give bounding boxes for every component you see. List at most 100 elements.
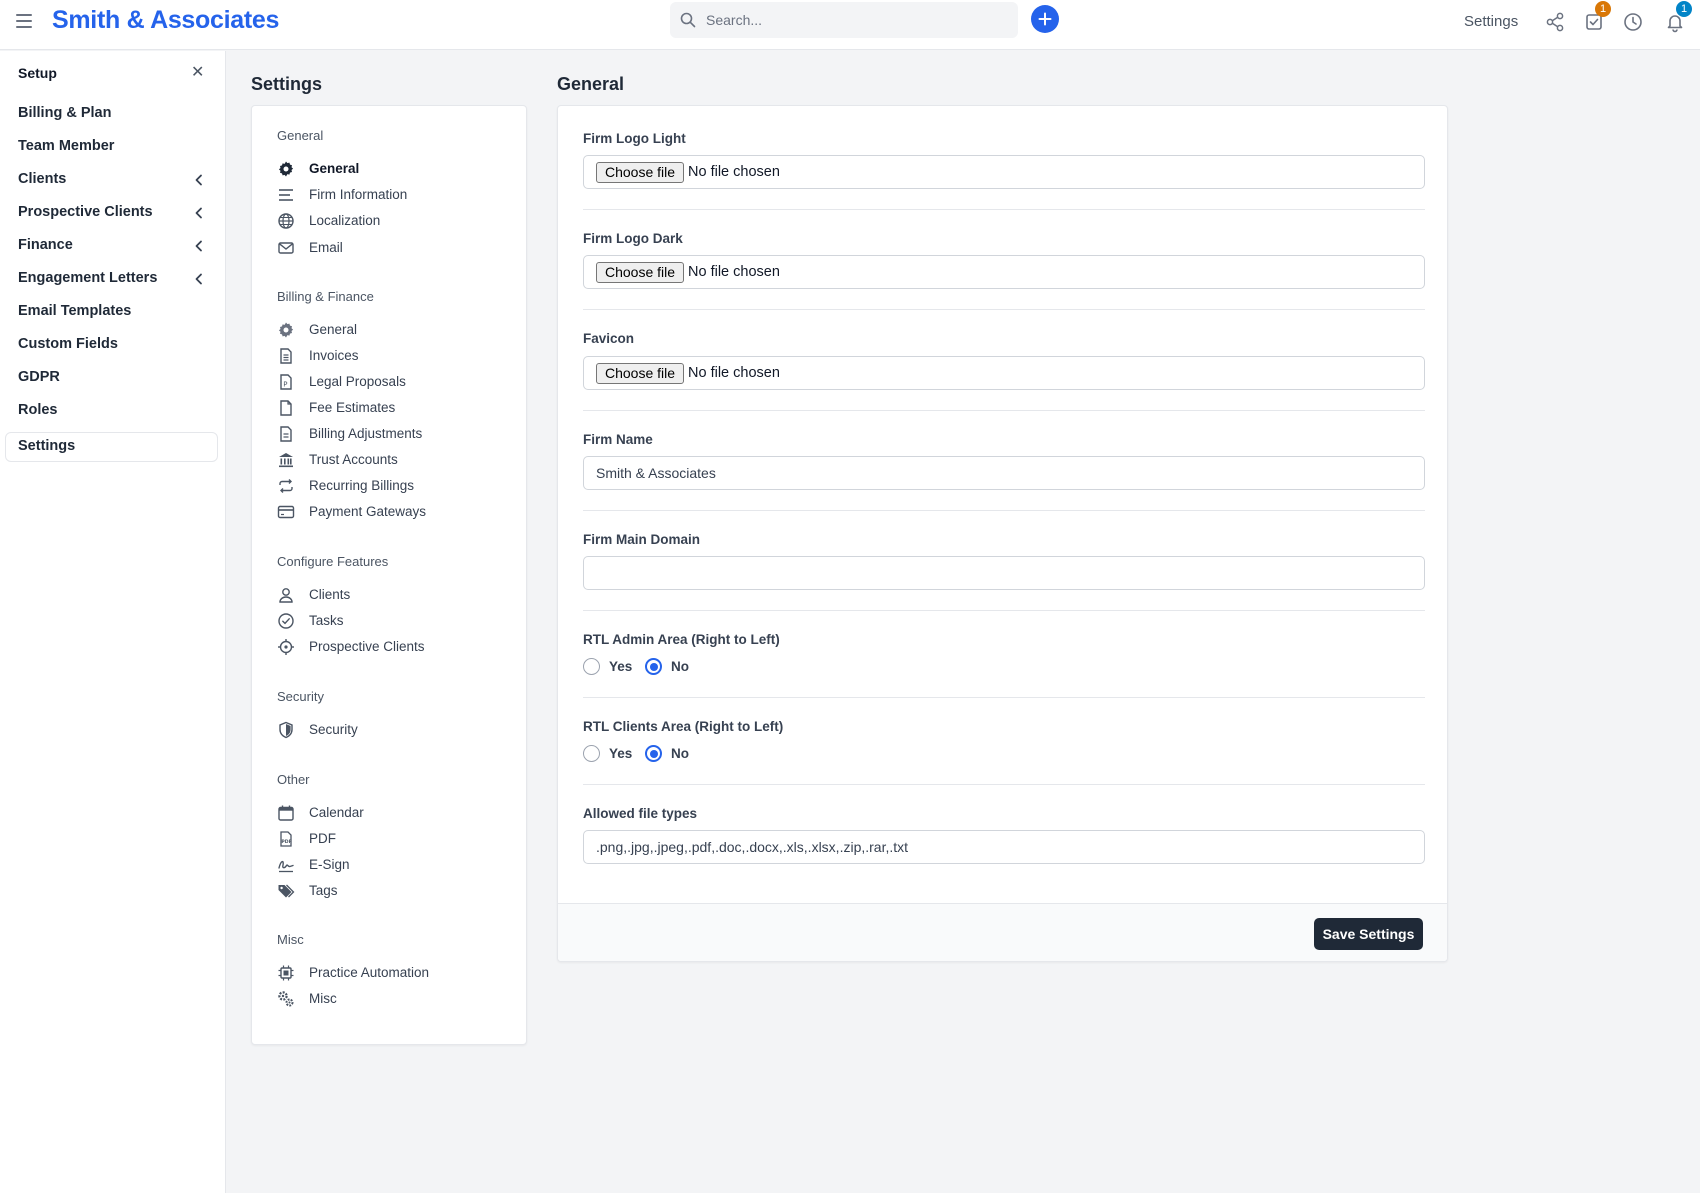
rtl-clients-no-label: No — [671, 746, 689, 761]
menu-item-prospective-clients[interactable]: Prospective Clients — [277, 636, 507, 658]
menu-item-localization[interactable]: Localization — [277, 210, 507, 232]
menu-item-legal-proposals[interactable]: P Legal Proposals — [277, 371, 507, 393]
menu-item-tasks[interactable]: Tasks — [277, 610, 507, 632]
rtl-clients-no-radio[interactable] — [645, 745, 662, 762]
menu-item-pdf[interactable]: PDF PDF — [277, 828, 507, 850]
choose-file-button[interactable]: Choose file — [596, 262, 685, 283]
firm-name-input[interactable] — [583, 456, 1425, 490]
choose-file-button[interactable]: Choose file — [596, 162, 685, 183]
brand-logo[interactable]: Smith & Associates — [52, 6, 279, 35]
menu-item-label: E-Sign — [309, 857, 350, 872]
favicon-file-input[interactable]: Choose file No file chosen — [583, 356, 1425, 390]
sidebar-item-settings[interactable]: Settings — [5, 432, 218, 462]
rtl-clients-yes-radio[interactable] — [583, 745, 600, 762]
search-box[interactable] — [670, 2, 1018, 38]
group-title-other: Other — [277, 772, 310, 787]
sidebar-item-clients[interactable]: Clients — [5, 165, 218, 195]
allowed-types-input[interactable] — [583, 830, 1425, 864]
menu-item-firm-information[interactable]: Firm Information — [277, 184, 507, 206]
sidebar-item-billing-plan[interactable]: Billing & Plan — [5, 99, 218, 129]
menu-item-security[interactable]: Security — [277, 719, 507, 741]
menu-item-calendar[interactable]: Calendar — [277, 802, 507, 824]
shield-icon — [279, 721, 293, 739]
search-icon — [680, 12, 696, 28]
menu-item-label: Prospective Clients — [309, 639, 425, 654]
group-title-general: General — [277, 128, 324, 143]
rtl-admin-yes-radio[interactable] — [583, 658, 600, 675]
close-icon[interactable]: ✕ — [191, 65, 204, 81]
menu-item-billing-general[interactable]: General — [277, 319, 507, 341]
divider — [583, 209, 1425, 210]
rtl-admin-no-radio[interactable] — [645, 658, 662, 675]
favicon-label: Favicon — [583, 331, 635, 346]
menu-item-label: PDF — [309, 831, 336, 846]
menu-item-label: Firm Information — [309, 187, 408, 202]
bell-icon[interactable]: 1 — [1664, 1, 1692, 33]
calendar-icon — [278, 805, 294, 821]
logo-dark-file-input[interactable]: Choose file No file chosen — [583, 255, 1425, 289]
file-status: No file chosen — [688, 164, 780, 180]
menu-item-e-sign[interactable]: E-Sign — [277, 854, 507, 876]
sidebar-title: Setup — [18, 65, 57, 81]
search-input[interactable] — [706, 2, 1006, 38]
settings-heading: Settings — [251, 74, 323, 94]
sidebar-item-team-member[interactable]: Team Member — [5, 132, 218, 162]
menu-item-label: Payment Gateways — [309, 504, 427, 519]
tasks-icon[interactable]: 1 — [1583, 1, 1611, 33]
clock-icon[interactable] — [1622, 11, 1644, 33]
menu-item-trust-accounts[interactable]: Trust Accounts — [277, 449, 507, 471]
globe-icon — [278, 213, 294, 229]
chevron-left-icon — [195, 207, 202, 219]
sidebar-item-prospective-clients[interactable]: Prospective Clients — [5, 198, 218, 228]
svg-text:P: P — [283, 381, 287, 389]
sidebar-item-label: GDPR — [18, 369, 60, 385]
logo-light-file-input[interactable]: Choose file No file chosen — [583, 155, 1425, 189]
credit-card-icon — [277, 505, 295, 519]
save-settings-button[interactable]: Save Settings — [1314, 918, 1423, 950]
menu-item-fee-estimates[interactable]: Fee Estimates — [277, 397, 507, 419]
sidebar-item-label: Prospective Clients — [18, 204, 153, 220]
menu-toggle-icon[interactable] — [16, 14, 32, 28]
settings-link[interactable]: Settings — [1464, 13, 1518, 30]
share-icon[interactable] — [1544, 11, 1566, 33]
menu-item-billing-adjustments[interactable]: Billing Adjustments — [277, 423, 507, 445]
sidebar-item-engagement-letters[interactable]: Engagement Letters — [5, 264, 218, 294]
chevron-left-icon — [195, 174, 202, 186]
divider — [583, 784, 1425, 785]
menu-item-misc[interactable]: Misc — [277, 988, 507, 1010]
menu-item-label: Invoices — [309, 348, 359, 363]
sidebar-item-gdpr[interactable]: GDPR — [5, 363, 218, 393]
menu-item-label: Security — [309, 722, 358, 737]
pdf-icon: PDF — [280, 831, 292, 847]
user-icon — [279, 588, 293, 603]
menu-item-label: Practice Automation — [309, 965, 430, 980]
menu-item-general[interactable]: General — [277, 158, 507, 180]
main-domain-input[interactable] — [583, 556, 1425, 590]
menu-item-label: Trust Accounts — [309, 452, 398, 467]
divider — [583, 697, 1425, 698]
sidebar-item-roles[interactable]: Roles — [5, 396, 218, 426]
sidebar-item-custom-fields[interactable]: Custom Fields — [5, 330, 218, 360]
choose-file-button[interactable]: Choose file — [596, 363, 685, 384]
gear-icon — [278, 322, 294, 338]
group-title-security: Security — [277, 689, 324, 704]
menu-item-label: General — [309, 322, 358, 337]
lines-icon — [279, 189, 293, 201]
menu-item-email[interactable]: Email — [277, 237, 507, 259]
menu-item-invoices[interactable]: Invoices — [277, 345, 507, 367]
menu-item-label: Legal Proposals — [309, 374, 406, 389]
notifications-badge: 1 — [1676, 1, 1692, 17]
menu-item-recurring-billings[interactable]: Recurring Billings — [277, 475, 507, 497]
sidebar-item-email-templates[interactable]: Email Templates — [5, 297, 218, 327]
menu-item-payment-gateways[interactable]: Payment Gateways — [277, 501, 507, 523]
menu-item-label: Tasks — [309, 613, 344, 628]
sidebar-item-finance[interactable]: Finance — [5, 231, 218, 261]
document-lines-icon — [280, 426, 292, 442]
menu-item-clients[interactable]: Clients — [277, 584, 507, 606]
menu-item-practice-automation[interactable]: Practice Automation — [277, 962, 507, 984]
quick-add-button[interactable] — [1031, 5, 1059, 33]
settings-menu: General General Firm Information Localiz… — [251, 105, 527, 1045]
menu-item-tags[interactable]: Tags — [277, 880, 507, 902]
divider — [583, 610, 1425, 611]
setup-sidebar: Setup ✕ Billing & Plan Team Member Clien… — [0, 51, 226, 1193]
